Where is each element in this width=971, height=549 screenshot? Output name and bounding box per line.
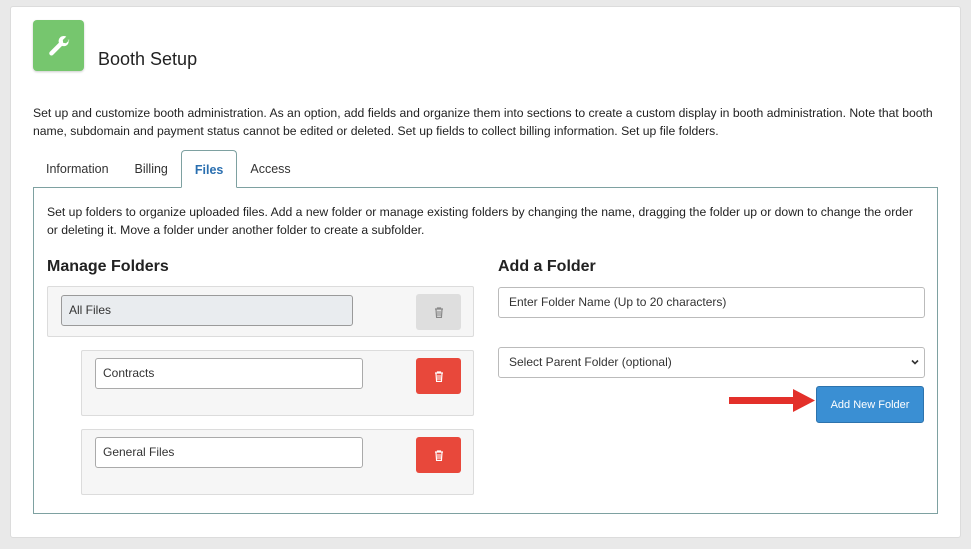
files-description: Set up folders to organize uploaded file… [47, 205, 913, 237]
tab-files[interactable]: Files [180, 150, 238, 188]
folder-name-input[interactable]: General Files [95, 437, 363, 468]
parent-folder-select[interactable]: Select Parent Folder (optional) [498, 347, 925, 378]
intro-text: Set up and customize booth administratio… [33, 106, 933, 138]
page-title: Booth Setup [98, 49, 198, 69]
root-delete-button [416, 294, 461, 330]
delete-folder-button[interactable] [416, 437, 461, 473]
trash-icon [434, 370, 443, 382]
folder-row-contracts[interactable]: Contracts [81, 350, 474, 416]
add-folder-title: Add a Folder [498, 258, 596, 275]
root-folder-row[interactable]: All Files [47, 286, 474, 337]
files-tab-panel: Set up folders to organize uploaded file… [33, 187, 938, 514]
wrench-icon [33, 20, 84, 71]
annotation-arrow-icon [729, 389, 815, 412]
trash-icon [434, 449, 443, 461]
folder-row-general-files[interactable]: General Files [81, 429, 474, 495]
folder-name-input[interactable]: Contracts [95, 358, 363, 389]
root-folder-name: All Files [61, 295, 353, 326]
booth-setup-card: Booth Setup Set up and customize booth a… [10, 6, 961, 538]
trash-icon [434, 306, 443, 318]
add-new-folder-button[interactable]: Add New Folder [816, 386, 924, 423]
chevron-down-icon [911, 359, 919, 365]
parent-folder-select-value: Select Parent Folder (optional) [509, 355, 672, 369]
tab-bar: Information Billing Files Access [33, 150, 304, 188]
tab-access[interactable]: Access [237, 150, 303, 188]
tab-information[interactable]: Information [33, 150, 122, 188]
tab-billing[interactable]: Billing [122, 150, 181, 188]
manage-folders-title: Manage Folders [47, 258, 169, 275]
delete-folder-button[interactable] [416, 358, 461, 394]
folder-name-field[interactable]: Enter Folder Name (Up to 20 characters) [498, 287, 925, 318]
